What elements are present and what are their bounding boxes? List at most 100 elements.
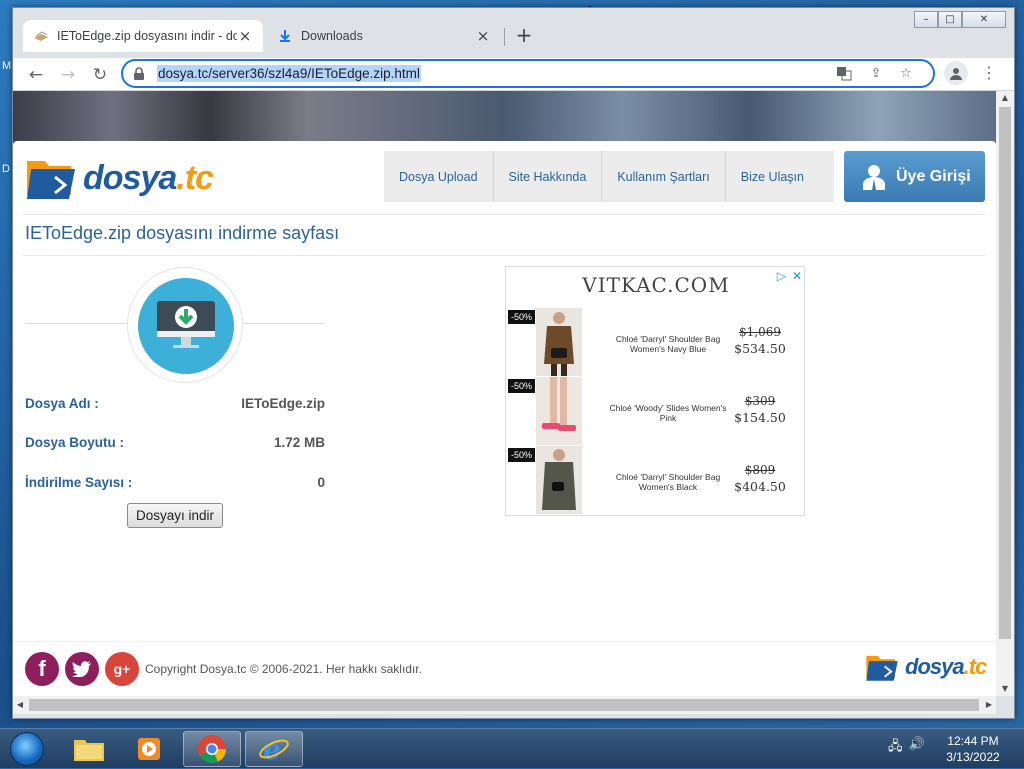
bookmark-star-icon[interactable]: ☆ [897, 65, 915, 83]
url-text[interactable]: dosya.tc/server36/szl4a9/IEToEdge.zip.ht… [157, 65, 421, 82]
download-icon [277, 28, 293, 44]
product-price: $1,069 $534.50 [730, 325, 790, 356]
nav-terms[interactable]: Kullanım Şartları [602, 151, 726, 202]
download-count-row: İndirilme Sayısı : 0 [25, 475, 325, 490]
product-name: Chloé 'Darryl' Shoulder Bag Women's Navy… [615, 334, 721, 354]
nav-contact[interactable]: Bize Ulaşın [726, 151, 819, 202]
start-button[interactable] [4, 729, 50, 769]
logo-text-main: dosya [83, 158, 177, 197]
scroll-right-icon[interactable]: ▶ [982, 696, 996, 714]
tab-strip: IEToEdge.zip dosyasını indir - do × Down… [13, 8, 1014, 58]
ad-item[interactable]: -50% Chloé 'Darryl' Shoulder Bag Women's… [508, 308, 804, 376]
tab-title: Downloads [301, 29, 363, 43]
file-size-value: 1.72 MB [273, 435, 325, 450]
lock-icon[interactable] [131, 66, 147, 82]
product-name: Chloé 'Darryl' Shoulder Bag Women's Blac… [615, 472, 721, 492]
site-logo[interactable]: dosya.tc [25, 151, 225, 205]
scroll-left-icon[interactable]: ◀ [13, 696, 27, 714]
old-price: $1,069 [739, 325, 781, 339]
chrome-taskbar-icon[interactable] [183, 731, 241, 767]
scroll-thumb[interactable] [999, 107, 1011, 639]
forward-arrow-icon[interactable]: → [55, 62, 81, 88]
login-button[interactable]: Üye Girişi [844, 151, 985, 202]
minimize-button[interactable]: – [914, 11, 938, 28]
ad-choices[interactable]: ▷ ✕ [777, 269, 802, 283]
nav-about[interactable]: Site Hakkında [494, 151, 603, 202]
tab-separator [504, 28, 505, 46]
discount-badge: -50% [508, 310, 536, 324]
twitter-icon[interactable] [65, 652, 99, 686]
tab-close-icon[interactable]: × [475, 28, 491, 44]
browser-toolbar: ← → ↻ dosya.tc/server36/szl4a9/IEToEdge.… [13, 58, 1014, 91]
download-count-label: İndirilme Sayısı : [25, 475, 133, 490]
clock-time: 12:44 PM [947, 734, 999, 748]
desktop-label: M [2, 60, 12, 72]
close-window-button[interactable]: ✕ [962, 11, 1006, 28]
clock-date: 3/13/2022 [946, 750, 1000, 764]
content-card: dosya.tc Dosya Upload Site Hakkında Kull… [13, 141, 996, 696]
ad-brand[interactable]: VITKAC.COM [506, 273, 806, 297]
copyright-text: Copyright Dosya.tc © 2006-2021. Her hakk… [145, 662, 422, 676]
maximize-button[interactable]: □ [938, 11, 962, 28]
ad-item[interactable]: -50% Chloé 'Darryl' Shoulder Bag Women's… [508, 446, 804, 514]
logo-text-suffix: .tc [963, 654, 988, 679]
tab-downloads[interactable]: Downloads × [267, 20, 501, 52]
share-icon[interactable]: ⇪ [867, 65, 885, 83]
facebook-icon[interactable]: f [25, 652, 59, 686]
address-bar[interactable]: dosya.tc/server36/szl4a9/IEToEdge.zip.ht… [121, 59, 935, 88]
scroll-down-icon[interactable]: ▼ [996, 682, 1014, 696]
discount-badge: -50% [508, 379, 536, 393]
new-price: $534.50 [734, 341, 786, 356]
system-tray: 🖧 🔊 [888, 737, 925, 759]
ad-close-icon[interactable]: ✕ [792, 269, 802, 283]
tab-active[interactable]: IEToEdge.zip dosyasını indir - do × [23, 20, 263, 52]
ad-item[interactable]: -50% Chloé 'Woody' Slides Women's Pink $… [508, 377, 804, 445]
divider [23, 214, 985, 215]
logo-text-main: dosya [905, 654, 965, 679]
adchoices-icon[interactable]: ▷ [777, 269, 786, 283]
explorer-taskbar-icon[interactable] [60, 731, 118, 767]
login-label: Üye Girişi [896, 167, 971, 185]
vertical-scrollbar[interactable]: ▲ ▼ [996, 91, 1014, 696]
clock[interactable]: 12:44 PM 3/13/2022 [940, 733, 1006, 765]
desktop-label: D [2, 163, 10, 175]
translate-icon[interactable] [835, 65, 853, 83]
product-image [536, 308, 582, 376]
taskbar: e 🖧 🔊 12:44 PM 3/13/2022 [0, 728, 1024, 768]
browser-window: IEToEdge.zip dosyasını indir - do × Down… [12, 7, 1015, 719]
advertisement[interactable]: VITKAC.COM ▷ ✕ -50% Chloé 'Darryl' Shoul… [505, 266, 805, 516]
logo-text-suffix: .tc [176, 158, 214, 197]
nav-upload[interactable]: Dosya Upload [384, 151, 494, 202]
network-icon[interactable]: 🖧 [888, 737, 903, 759]
google-plus-icon[interactable]: g+ [105, 652, 139, 686]
reload-icon[interactable]: ↻ [87, 62, 113, 88]
old-price: $809 [744, 463, 776, 477]
windows-logo-icon [10, 732, 44, 766]
horizontal-scrollbar[interactable]: ◀ ▶ [13, 696, 996, 714]
browser-menu-icon[interactable]: ⋮ [981, 61, 997, 85]
profile-avatar-icon[interactable] [944, 61, 968, 85]
volume-icon[interactable]: 🔊 [909, 737, 925, 759]
main-nav: Dosya Upload Site Hakkında Kullanım Şart… [384, 151, 834, 202]
footer-logo[interactable]: dosya.tc [865, 652, 988, 682]
file-size-row: Dosya Boyutu : 1.72 MB [25, 435, 325, 450]
ie-taskbar-icon[interactable]: e [245, 731, 303, 767]
tab-title: IEToEdge.zip dosyasını indir - do [57, 29, 237, 43]
logo-folder-icon [866, 655, 898, 681]
scroll-up-icon[interactable]: ▲ [996, 91, 1014, 105]
hero-banner [13, 91, 996, 145]
file-size-label: Dosya Boyutu : [25, 435, 125, 450]
download-file-button[interactable]: Dosyayı indir [127, 503, 223, 528]
tab-close-icon[interactable]: × [237, 28, 253, 44]
svg-text:e: e [263, 734, 281, 764]
product-image [536, 446, 582, 514]
logo-folder-icon [27, 161, 75, 199]
new-tab-button[interactable]: + [513, 24, 535, 46]
media-player-taskbar-icon[interactable] [120, 731, 178, 767]
back-arrow-icon[interactable]: ← [23, 62, 49, 88]
file-name-label: Dosya Adı : [25, 396, 99, 411]
monitor-download-icon [138, 278, 234, 374]
download-graphic [25, 267, 325, 383]
product-price: $309 $154.50 [730, 394, 790, 425]
scroll-thumb[interactable] [29, 699, 979, 711]
